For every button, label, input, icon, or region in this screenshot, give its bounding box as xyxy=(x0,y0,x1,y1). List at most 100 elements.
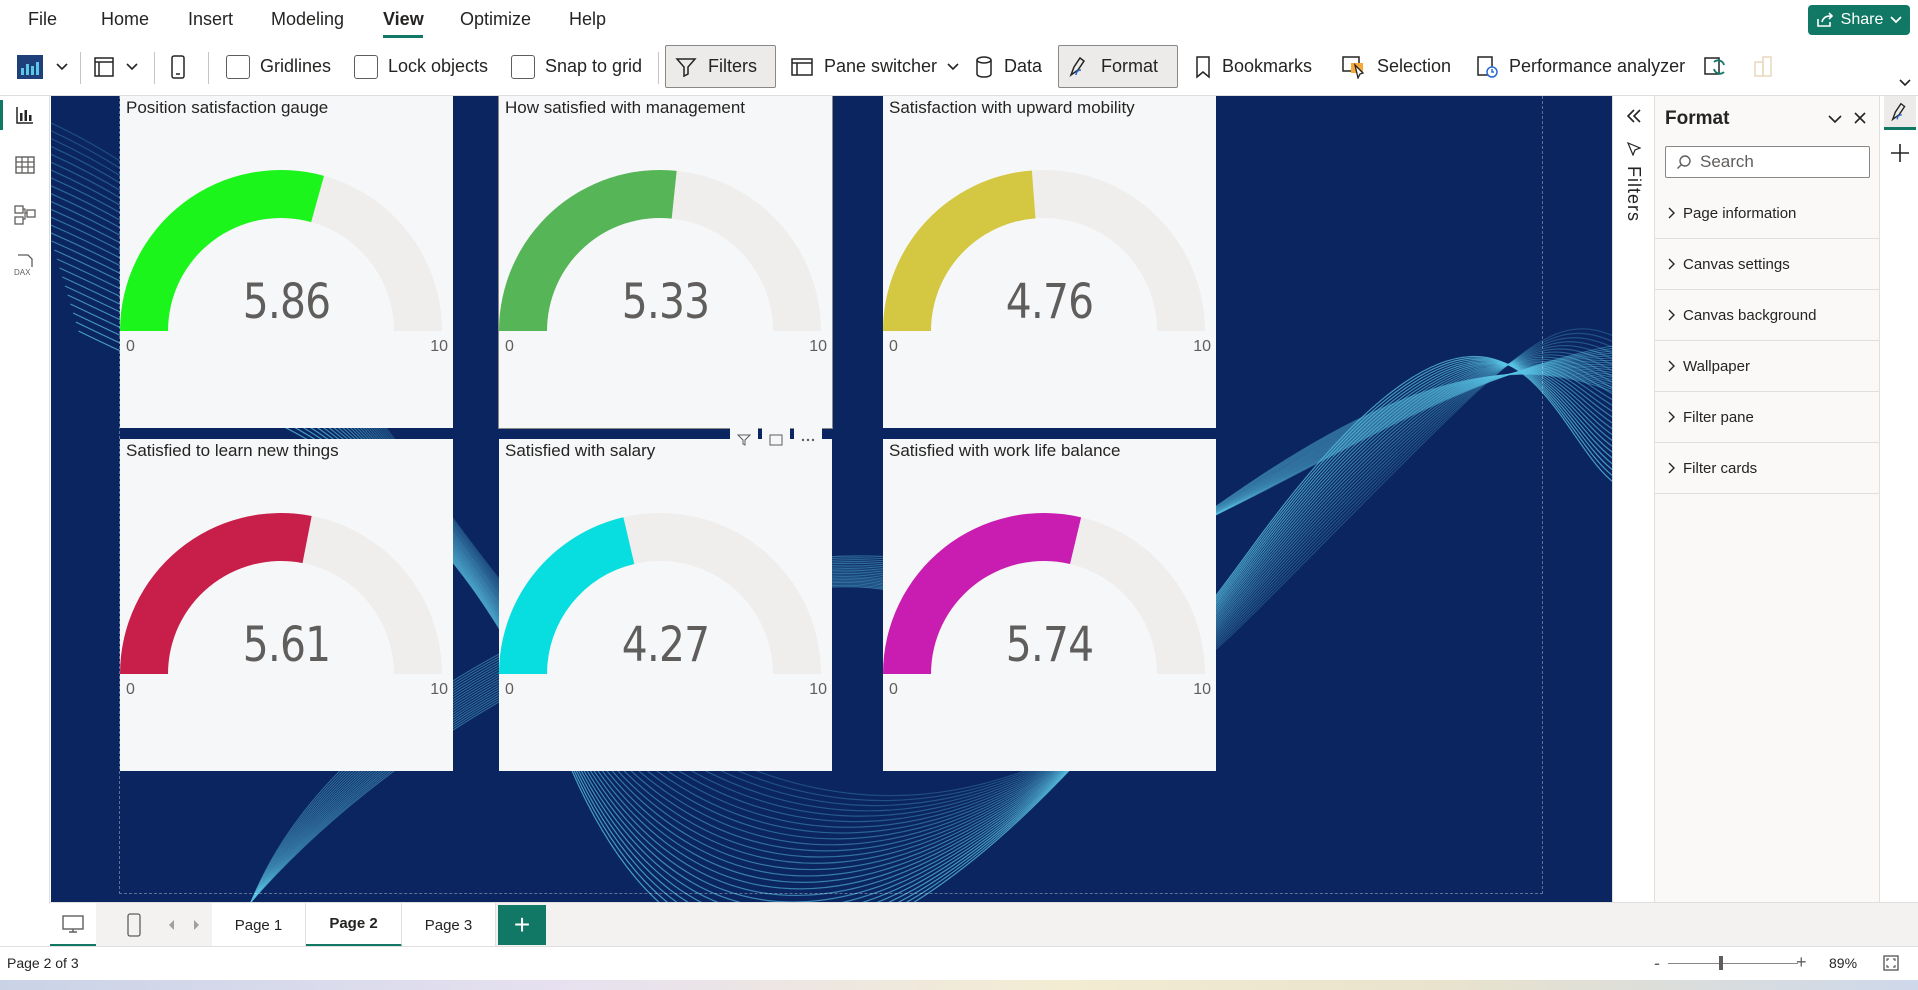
ribbon-collapse-chevron-icon[interactable] xyxy=(1898,78,1912,88)
active-view-indicator xyxy=(0,100,3,130)
menu-file[interactable]: File xyxy=(28,9,57,30)
chevron-down-icon xyxy=(126,62,138,70)
page-view-button[interactable] xyxy=(88,45,142,88)
report-view-button[interactable] xyxy=(12,102,38,128)
data-pane-button[interactable]: Data xyxy=(966,45,1050,88)
format-section-canvas-background[interactable]: Canvas background xyxy=(1655,290,1880,341)
menu-modeling[interactable]: Modeling xyxy=(271,9,344,30)
snap-to-grid-checkbox[interactable]: Snap to grid xyxy=(503,45,650,88)
gauge-chart xyxy=(499,170,821,331)
menu-view[interactable]: View xyxy=(383,9,424,30)
snap-to-grid-check-box[interactable] xyxy=(511,54,535,79)
page-tab-3[interactable]: Page 3 xyxy=(402,903,496,947)
format-section-label: Canvas settings xyxy=(1683,255,1790,273)
model-view-icon xyxy=(14,205,36,225)
page-tab-1[interactable]: Page 1 xyxy=(212,903,306,947)
field-parameters-button[interactable] xyxy=(1748,45,1778,88)
dax-query-view-button[interactable]: DAX xyxy=(12,252,38,278)
chevron-right-icon xyxy=(1668,309,1675,321)
gauge-min-label: 0 xyxy=(889,681,898,698)
gauge-visual[interactable]: How satisfied with management 5.33 0 10 xyxy=(498,96,833,429)
gauge-visual[interactable]: Position satisfaction gauge 5.86 0 10 xyxy=(120,96,453,428)
gridlines-check-box[interactable] xyxy=(226,54,250,79)
zoom-slider[interactable] xyxy=(1668,963,1798,964)
visual-header-toolbar xyxy=(730,427,825,452)
ribbon: Gridlines Lock objects Snap to grid Filt… xyxy=(0,40,1918,96)
gauge-visual[interactable]: Satisfied to learn new things 5.61 0 10 xyxy=(120,439,453,771)
chevron-down-icon xyxy=(56,62,68,70)
menu-optimize[interactable]: Optimize xyxy=(460,9,531,30)
model-view-button[interactable] xyxy=(12,202,38,228)
ribbon-separator xyxy=(80,52,81,84)
lock-objects-checkbox[interactable]: Lock objects xyxy=(346,45,496,88)
share-label: Share xyxy=(1840,11,1884,28)
menu-help[interactable]: Help xyxy=(569,9,606,30)
zoom-slider-thumb[interactable] xyxy=(1719,956,1723,970)
pane-switcher-label: Pane switcher xyxy=(824,56,938,76)
format-section-label: Filter pane xyxy=(1683,408,1754,426)
chevron-down-icon[interactable] xyxy=(1827,114,1843,124)
focus-mode-icon xyxy=(769,434,783,445)
menu-insert[interactable]: Insert xyxy=(188,9,233,30)
pane-switcher-icon xyxy=(791,57,813,76)
gauge-min-label: 0 xyxy=(889,338,898,355)
mobile-layout-tab-button[interactable] xyxy=(114,903,154,947)
visual-focus-mode-button[interactable] xyxy=(762,427,790,452)
bookmarks-button[interactable]: Bookmarks xyxy=(1186,45,1320,88)
format-section-canvas-settings[interactable]: Canvas settings xyxy=(1655,239,1880,290)
gauge-visual[interactable]: Satisfied with work life balance 5.74 0 10 xyxy=(883,439,1216,771)
format-search-input[interactable]: Search xyxy=(1665,146,1870,178)
filters-toggle-button[interactable]: Filters xyxy=(665,45,776,88)
selection-button[interactable]: Selection xyxy=(1333,45,1459,88)
menu-home[interactable]: Home xyxy=(101,9,149,30)
format-section-filter-cards[interactable]: Filter cards xyxy=(1655,443,1880,494)
page-tab-2[interactable]: Page 2 xyxy=(306,903,402,947)
ribbon-separator xyxy=(658,52,659,84)
performance-analyzer-label: Performance analyzer xyxy=(1509,56,1686,76)
visual-more-options-button[interactable] xyxy=(794,427,822,452)
mobile-layout-button[interactable] xyxy=(166,45,190,88)
chevron-right-icon xyxy=(1668,411,1675,423)
visual-filter-button[interactable] xyxy=(730,427,758,452)
database-icon xyxy=(976,55,992,78)
gauge-visual[interactable]: Satisfaction with upward mobility 4.76 0 10 xyxy=(883,96,1216,428)
fit-to-page-icon[interactable] xyxy=(1882,954,1900,972)
pane-switcher-button[interactable]: Pane switcher xyxy=(782,45,967,88)
format-section-page-information[interactable]: Page information xyxy=(1655,188,1880,239)
zoom-in-button[interactable]: + xyxy=(1796,952,1807,973)
filter-icon xyxy=(1627,142,1641,156)
more-options-icon xyxy=(801,438,815,441)
format-section-filter-pane[interactable]: Filter pane xyxy=(1655,392,1880,443)
pane-switcher-rail xyxy=(1879,96,1918,937)
field-parameters-icon xyxy=(1754,55,1772,77)
mobile-icon xyxy=(171,54,185,79)
add-page-button[interactable]: + xyxy=(498,905,546,945)
gauge-value: 5.61 xyxy=(242,617,331,673)
snap-to-grid-label: Snap to grid xyxy=(545,56,643,76)
performance-analyzer-button[interactable]: Performance analyzer xyxy=(1467,45,1693,88)
add-pane-icon[interactable] xyxy=(1889,142,1911,164)
previous-page-icon[interactable] xyxy=(166,919,176,931)
lock-objects-check-box[interactable] xyxy=(354,54,378,79)
gauge-value: 5.33 xyxy=(621,274,710,330)
desktop-layout-button[interactable] xyxy=(50,903,96,947)
close-icon[interactable] xyxy=(1853,111,1867,125)
sync-slicers-button[interactable] xyxy=(1698,45,1732,88)
filters-pane-collapsed[interactable]: Filters xyxy=(1612,96,1654,904)
format-pane-button[interactable]: Format xyxy=(1058,45,1178,88)
theme-gallery-button[interactable] xyxy=(12,45,72,88)
next-page-icon[interactable] xyxy=(192,919,202,931)
report-canvas[interactable]: Position satisfaction gauge 5.86 0 10 How sa… xyxy=(51,96,1612,902)
gridlines-checkbox[interactable]: Gridlines xyxy=(218,45,339,88)
gauge-visual[interactable]: Satisfied with salary 4.27 0 10 xyxy=(499,439,832,771)
active-menu-indicator xyxy=(383,35,423,38)
share-button[interactable]: Share xyxy=(1808,5,1910,35)
format-section-label: Wallpaper xyxy=(1683,357,1750,375)
format-section-wallpaper[interactable]: Wallpaper xyxy=(1655,341,1880,392)
format-pane-tab[interactable] xyxy=(1884,96,1916,130)
table-view-button[interactable] xyxy=(12,152,38,178)
expand-filters-icon[interactable] xyxy=(1626,108,1642,124)
gauge-value: 5.86 xyxy=(242,274,331,330)
filter-icon xyxy=(737,434,751,446)
zoom-out-button[interactable]: - xyxy=(1654,953,1660,974)
